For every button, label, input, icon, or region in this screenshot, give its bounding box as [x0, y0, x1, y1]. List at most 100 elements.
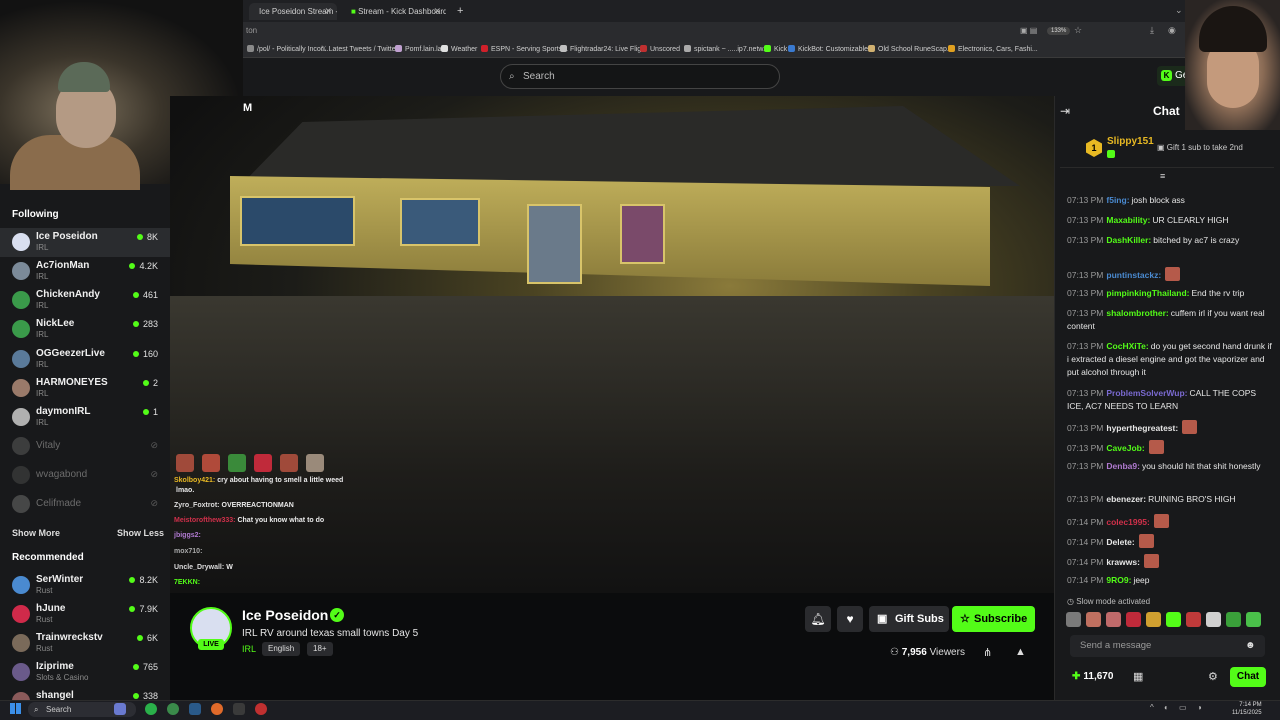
bell-icon[interactable]: 🔔︎ — [805, 606, 831, 632]
bookmark[interactable]: Pomf.lain.la — [395, 45, 442, 53]
bookmark-star-icon[interactable]: ☆ — [1074, 25, 1082, 36]
gift-cta[interactable]: ▣ Gift 1 sub to take 2nd — [1157, 143, 1243, 152]
browser-tab-active[interactable]: Ice Poseidon Stream - Wat✕ — [249, 3, 337, 20]
sidebar-channel[interactable]: daymonIRL IRL 1 — [0, 403, 170, 432]
send-chat-button[interactable]: Chat — [1230, 667, 1266, 687]
sidebar-channel[interactable]: HARMONEYES IRL 2 — [0, 374, 170, 403]
emote-button[interactable] — [1106, 612, 1121, 627]
streamer-name[interactable]: Ice Poseidon — [242, 607, 328, 623]
channel-name: wvagabond — [36, 469, 88, 480]
chat-message-input[interactable]: Send a message — [1070, 635, 1265, 657]
extension-icon[interactable]: ◉ — [1168, 25, 1176, 36]
taskbar-app-icon[interactable] — [233, 703, 245, 715]
close-tab-icon[interactable]: ✕ — [433, 3, 441, 20]
browser-tab[interactable]: ■ Stream - Kick Dashboard ✕ — [341, 3, 446, 20]
bookmark[interactable]: KickBot: Customizable... — [788, 45, 874, 53]
subscribe-button[interactable]: ☆ Subscribe — [952, 606, 1035, 632]
gift-subs-button[interactable]: ▣ Gift Subs — [869, 606, 949, 632]
sidebar-channel-recommended[interactable]: Trainwreckstv Rust 6K — [0, 629, 170, 658]
sidebar-channel-offline[interactable]: wvagabond ⊘ — [0, 461, 170, 490]
system-tray-icons[interactable]: ^ ◐ ▭ ◑ — [1150, 703, 1206, 712]
sidebar-channel[interactable]: Ac7ionMan IRL 4.2K — [0, 257, 170, 286]
bookmark[interactable]: ESPN - Serving Sports... — [481, 45, 568, 53]
emote-button[interactable] — [1166, 612, 1181, 627]
chat-username[interactable]: 9RO9: — [1106, 575, 1131, 585]
chat-username[interactable]: colec1995: — [1106, 517, 1149, 527]
emote-button[interactable] — [1086, 612, 1101, 627]
bookmark[interactable]: 𝕏 Latest Tweets / Twitter — [321, 45, 398, 53]
share-icon[interactable]: ⋔ — [983, 646, 992, 659]
chat-username[interactable]: f5ing: — [1106, 195, 1129, 205]
chat-username[interactable]: DashKiller: — [1106, 235, 1151, 245]
heart-icon[interactable]: ♥ — [837, 606, 863, 632]
leaderboard-user[interactable]: Slippy151 — [1107, 136, 1154, 147]
chat-username[interactable]: puntinstackz: — [1106, 270, 1161, 280]
emote-button[interactable] — [1126, 612, 1141, 627]
tag-language[interactable]: English — [262, 642, 301, 656]
chat-username[interactable]: CocHXiTe: — [1106, 341, 1148, 351]
sidebar-channel-recommended[interactable]: hJune Rust 7.9K — [0, 600, 170, 629]
chat-username[interactable]: krawws: — [1106, 557, 1140, 567]
report-icon[interactable]: ▲ — [1015, 646, 1026, 658]
emote-button[interactable] — [1226, 612, 1241, 627]
emoji-icon[interactable]: ☻ — [1245, 640, 1256, 651]
taskbar-app-icon[interactable] — [114, 703, 126, 715]
sidebar-channel-recommended[interactable]: Iziprime Slots & Casino 765 — [0, 658, 170, 687]
tab-list-icon[interactable]: ⌄ — [1175, 5, 1183, 16]
new-tab-button[interactable]: + — [451, 3, 471, 20]
stream-category-link[interactable]: IRL — [242, 644, 256, 654]
firefox-icon[interactable] — [211, 703, 223, 715]
bookmark[interactable]: /pol/ - Politically Incor... — [247, 45, 329, 53]
bookmark[interactable]: Old School RuneScap... — [868, 45, 953, 53]
filter-icon[interactable]: ≡ — [1160, 171, 1165, 181]
sidebar-channel[interactable]: Ice Poseidon IRL 8K — [0, 228, 170, 257]
spotify-icon[interactable] — [145, 703, 157, 715]
emote-button[interactable] — [1206, 612, 1221, 627]
sidebar-channel[interactable]: ChickenAndy IRL 461 — [0, 286, 170, 315]
taskbar-app-icon[interactable] — [255, 703, 267, 715]
windows-start-icon[interactable] — [10, 703, 21, 714]
sidebar-channel-offline[interactable]: Celifmade ⊘ — [0, 490, 170, 519]
chat-username[interactable]: pimpinkingThailand: — [1106, 288, 1189, 298]
show-more-button[interactable]: Show More — [12, 528, 60, 538]
chat-message: 07:14 PM krawws: — [1067, 554, 1272, 569]
chrome-icon[interactable] — [167, 703, 179, 715]
bookmark[interactable]: spictank ~ .....ip7.netw... — [684, 45, 769, 53]
download-icon[interactable]: ⤓ — [1150, 25, 1154, 36]
emote-button[interactable] — [1246, 612, 1261, 627]
search-input[interactable]: ⌕ Search — [500, 64, 780, 89]
steam-icon[interactable] — [189, 703, 201, 715]
chat-username[interactable]: Denba9: — [1106, 461, 1140, 471]
bookmark[interactable]: Kick — [764, 45, 787, 53]
chat-username[interactable]: shalombrother: — [1106, 308, 1168, 318]
bookmark[interactable]: Electronics, Cars, Fashi... — [948, 45, 1038, 53]
zoom-badge[interactable]: 133% — [1047, 27, 1071, 35]
tag-age[interactable]: 18+ — [307, 642, 333, 656]
chat-username[interactable]: hyperthegreatest: — [1106, 423, 1178, 433]
bookmark[interactable]: Flightradar24: Live Flig... — [560, 45, 647, 53]
chat-username[interactable]: ebenezer: — [1106, 494, 1146, 504]
address-bar[interactable] — [243, 22, 1280, 42]
calendar-icon[interactable]: ▦ — [1133, 670, 1143, 683]
sidebar-channel-offline[interactable]: Vitaly ⊘ — [0, 432, 170, 461]
show-less-button[interactable]: Show Less — [117, 528, 164, 538]
collapse-chat-icon[interactable]: ⇥ — [1060, 104, 1070, 118]
emote-button[interactable] — [1066, 612, 1081, 627]
chat-username[interactable]: ProblemSolverWup: — [1106, 388, 1187, 398]
chat-username[interactable]: Maxability: — [1106, 215, 1150, 225]
sidebar-channel-recommended[interactable]: SerWinter Rust 8.2K — [0, 571, 170, 600]
emote-button[interactable] — [1186, 612, 1201, 627]
sidebar-channel[interactable]: OGGeezerLive IRL 160 — [0, 345, 170, 374]
chat-username[interactable]: CaveJob: — [1106, 443, 1144, 453]
bookmark[interactable]: Unscored — [640, 45, 680, 53]
address-bar-icons[interactable]: ▣ ▤ — [1020, 26, 1037, 35]
sidebar-channel[interactable]: NickLee IRL 283 — [0, 315, 170, 344]
channel-category: IRL — [36, 301, 49, 310]
close-tab-icon[interactable]: ✕ — [324, 3, 332, 20]
settings-gear-icon[interactable]: ⚙ — [1208, 670, 1218, 683]
channel-points[interactable]: ✚ 11,670 — [1072, 671, 1113, 682]
chat-username[interactable]: Delete: — [1106, 537, 1134, 547]
bookmark[interactable]: Weather — [441, 45, 477, 53]
emote-button[interactable] — [1146, 612, 1161, 627]
taskbar-clock[interactable]: 7:14 PM 11/15/2025 — [1232, 701, 1262, 717]
